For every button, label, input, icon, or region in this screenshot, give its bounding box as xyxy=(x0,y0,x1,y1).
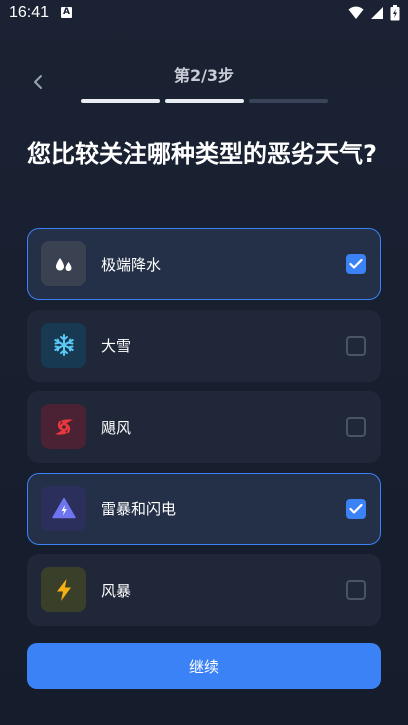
water-drops-icon xyxy=(41,241,86,286)
option-label: 大雪 xyxy=(101,337,132,356)
option-checkbox[interactable] xyxy=(346,335,366,356)
wifi-icon xyxy=(348,6,364,19)
checkmark-icon xyxy=(349,258,363,269)
step-label: 第2/3步 xyxy=(173,66,235,85)
option-checkbox[interactable] xyxy=(346,254,366,274)
option-extreme-precipitation[interactable]: 极端降水 xyxy=(27,228,381,300)
option-thunderstorm[interactable]: 雷暴和闪电 xyxy=(27,472,381,545)
notification-icon: A xyxy=(61,7,72,18)
snowflake-icon xyxy=(41,322,86,368)
continue-button[interactable]: 继续 xyxy=(27,643,381,689)
option-heavy-snow[interactable]: 大雪 xyxy=(27,309,381,382)
option-label: 飓风 xyxy=(101,418,132,437)
signal-icon xyxy=(371,7,383,19)
option-checkbox[interactable] xyxy=(346,580,366,601)
progress-indicator xyxy=(81,99,328,103)
progress-segment xyxy=(165,99,244,103)
hurricane-icon xyxy=(41,404,86,450)
status-bar: 16:41 A xyxy=(0,0,408,28)
option-label: 风暴 xyxy=(101,581,132,600)
battery-icon xyxy=(390,5,400,21)
options-list: 极端降水 大雪 飓风 雷暴和闪电 风暴 xyxy=(27,228,381,636)
progress-segment xyxy=(81,99,160,103)
option-label: 雷暴和闪电 xyxy=(101,500,177,519)
option-checkbox[interactable] xyxy=(346,417,366,438)
lightning-bolt-icon xyxy=(41,567,86,613)
checkmark-icon xyxy=(349,503,363,514)
status-time: 16:41 xyxy=(9,4,50,21)
question-title: 您比较关注哪种类型的恶劣天气? xyxy=(27,140,377,168)
option-storm[interactable]: 风暴 xyxy=(27,554,381,627)
option-checkbox[interactable] xyxy=(346,498,366,519)
status-icons xyxy=(348,5,400,21)
option-hurricane[interactable]: 飓风 xyxy=(27,391,381,464)
thunderstorm-icon xyxy=(41,485,86,531)
progress-segment xyxy=(249,99,328,103)
option-label: 极端降水 xyxy=(101,255,162,274)
